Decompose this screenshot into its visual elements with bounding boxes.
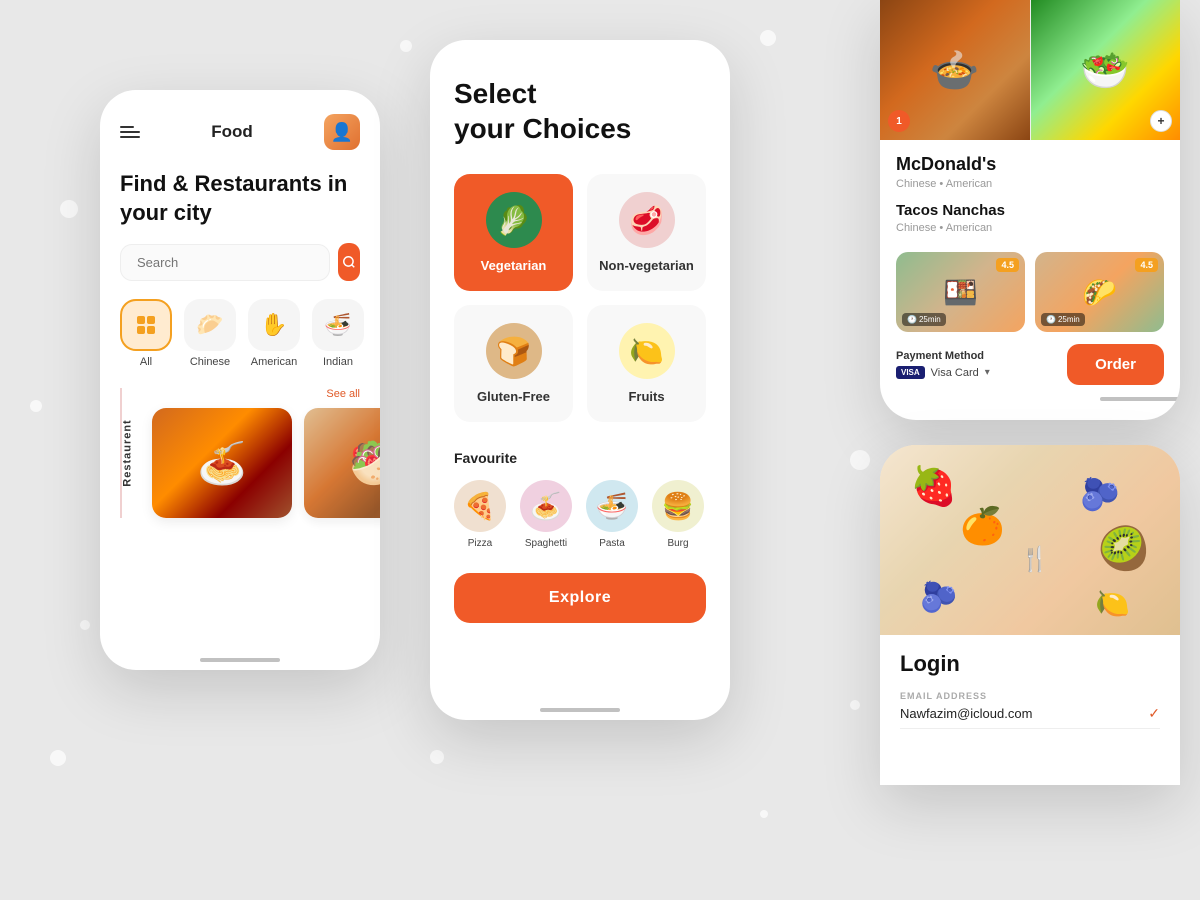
restaurant-image-1: 🍝 <box>152 408 292 518</box>
choice-gluten[interactable]: 🍞 Gluten-Free <box>454 305 573 422</box>
phone-food-search: Food 👤 Find & Restaurants in your city <box>100 90 380 670</box>
category-chinese[interactable]: 🥟 Chinese <box>184 299 236 368</box>
spaghetti-icon: 🍝 <box>520 480 572 532</box>
home-indicator <box>200 658 280 662</box>
all-icon <box>120 299 172 351</box>
cat-american-label: American <box>251 356 297 368</box>
rating-corner-2: 4.5 <box>1135 258 1158 272</box>
choice-vegetarian[interactable]: 🥬 Vegetarian <box>454 174 573 291</box>
pasta-label: Pasta <box>599 538 625 549</box>
category-row: All 🥟 Chinese ✋ American 🍜 Indian <box>120 299 360 368</box>
visa-badge: VISA <box>896 366 925 379</box>
phone-choices: Selectyour Choices 🥬 Vegetarian 🥩 Non-ve… <box>430 40 730 720</box>
pizza-icon: 🍕 <box>454 480 506 532</box>
restaurant-cuisine-main: Chinese • American <box>896 178 1164 190</box>
search-input[interactable] <box>120 244 330 281</box>
burger-icon: 🍔 <box>652 480 704 532</box>
email-value[interactable]: Nawfazim@icloud.com <box>900 706 1148 721</box>
explore-button[interactable]: Explore <box>454 573 706 623</box>
vegetarian-icon: 🥬 <box>486 192 542 248</box>
fav-pizza[interactable]: 🍕 Pizza <box>454 480 506 549</box>
headline: Find & Restaurants in your city <box>120 170 360 227</box>
time-badge-1: 🕐25min <box>902 313 946 326</box>
search-button[interactable] <box>338 243 360 281</box>
restaurant-card-1[interactable]: 🍝 Daylight Coffee Colarado, San Francisc… <box>152 408 292 518</box>
food-image-right: 🥗 + <box>1031 0 1181 140</box>
category-all[interactable]: All <box>120 299 172 368</box>
check-icon: ✓ <box>1148 705 1160 722</box>
email-label: EMAIL ADDRESS <box>900 691 1160 701</box>
spaghetti-label: Spaghetti <box>525 538 567 549</box>
restaurant-name-2: Tacos Nanchas <box>896 202 1164 219</box>
category-indian[interactable]: 🍜 Indian <box>312 299 364 368</box>
choice-non-veg[interactable]: 🥩 Non-vegetarian <box>587 174 706 291</box>
menu-icon[interactable] <box>120 126 140 138</box>
home-indicator-3 <box>1100 397 1180 401</box>
pizza-label: Pizza <box>468 538 492 549</box>
app-title: Food <box>211 122 253 142</box>
fav-spaghetti[interactable]: 🍝 Spaghetti <box>520 480 572 549</box>
vegetarian-label: Vegetarian <box>481 258 547 273</box>
time-badge-2: 🕐25min <box>1041 313 1085 326</box>
section-label: Restaurent <box>122 419 134 486</box>
cat-indian-label: Indian <box>323 356 353 368</box>
favourite-row: 🍕 Pizza 🍝 Spaghetti 🍜 Pasta 🍔 Burg <box>454 480 706 549</box>
restaurant-cuisine-2: Chinese • American <box>896 222 1164 234</box>
category-american[interactable]: ✋ American <box>248 299 300 368</box>
non-veg-icon: 🥩 <box>619 192 675 248</box>
sub-image-2: 🌮 4.5 🕐25min <box>1035 252 1164 332</box>
payment-row: Payment Method VISA Visa Card ▾ Order <box>896 344 1164 385</box>
gluten-icon: 🍞 <box>486 323 542 379</box>
phone-order: 🍲 1 🥗 + McDonald's Chinese • American Ta… <box>880 0 1180 420</box>
indian-icon: 🍜 <box>312 299 364 351</box>
food-image-left: 🍲 1 <box>880 0 1031 140</box>
food-background-image: 🍓 🫐 🍊 🥝 🫐 🍋 🍴 <box>880 445 1180 635</box>
top-food-images: 🍲 1 🥗 + <box>880 0 1180 140</box>
restaurant-card-2[interactable]: 🥙 Mario Ita Colarado, 4.5 25m <box>304 408 380 518</box>
cat-all-label: All <box>140 356 152 368</box>
restaurant-section: Restaurent See all 🍝 Daylight Coffee Col… <box>120 388 360 518</box>
favourite-title: Favourite <box>454 450 706 466</box>
restaurant-name-main: McDonald's <box>896 154 1164 175</box>
card-text: Visa Card <box>931 367 979 379</box>
payment-label: Payment Method <box>896 350 990 362</box>
chinese-icon: 🥟 <box>184 299 236 351</box>
rating-corner-1: 4.5 <box>996 258 1019 272</box>
fruits-icon: 🍋 <box>619 323 675 379</box>
fruits-label: Fruits <box>628 389 664 404</box>
login-title: Login <box>900 651 1160 677</box>
burger-label: Burg <box>667 538 688 549</box>
gluten-label: Gluten-Free <box>477 389 550 404</box>
cat-chinese-label: Chinese <box>190 356 230 368</box>
fav-pasta[interactable]: 🍜 Pasta <box>586 480 638 549</box>
see-all-link[interactable]: See all <box>326 388 360 400</box>
chevron-down-icon[interactable]: ▾ <box>985 367 990 378</box>
pasta-icon: 🍜 <box>586 480 638 532</box>
restaurant-image-2: 🥙 <box>304 408 380 518</box>
choices-grid: 🥬 Vegetarian 🥩 Non-vegetarian 🍞 Gluten-F… <box>454 174 706 422</box>
sub-images: 🍱 4.5 🕐25min 🌮 4.5 🕐25min <box>896 252 1164 332</box>
qty-badge-1[interactable]: 1 <box>888 110 910 132</box>
search-bar <box>120 243 360 281</box>
add-button-1[interactable]: + <box>1150 110 1172 132</box>
email-input-row: Nawfazim@icloud.com ✓ <box>900 705 1160 729</box>
non-veg-label: Non-vegetarian <box>599 258 694 273</box>
american-icon: ✋ <box>248 299 300 351</box>
fav-burger[interactable]: 🍔 Burg <box>652 480 704 549</box>
order-button[interactable]: Order <box>1067 344 1164 385</box>
choices-headline: Selectyour Choices <box>454 76 706 146</box>
sub-image-1: 🍱 4.5 🕐25min <box>896 252 1025 332</box>
choice-fruits[interactable]: 🍋 Fruits <box>587 305 706 422</box>
avatar[interactable]: 👤 <box>324 114 360 150</box>
phone-login: 🍓 🫐 🍊 🥝 🫐 🍋 🍴 Login EMAIL ADDRESS Nawfaz… <box>880 445 1180 785</box>
home-indicator-2 <box>540 708 620 712</box>
